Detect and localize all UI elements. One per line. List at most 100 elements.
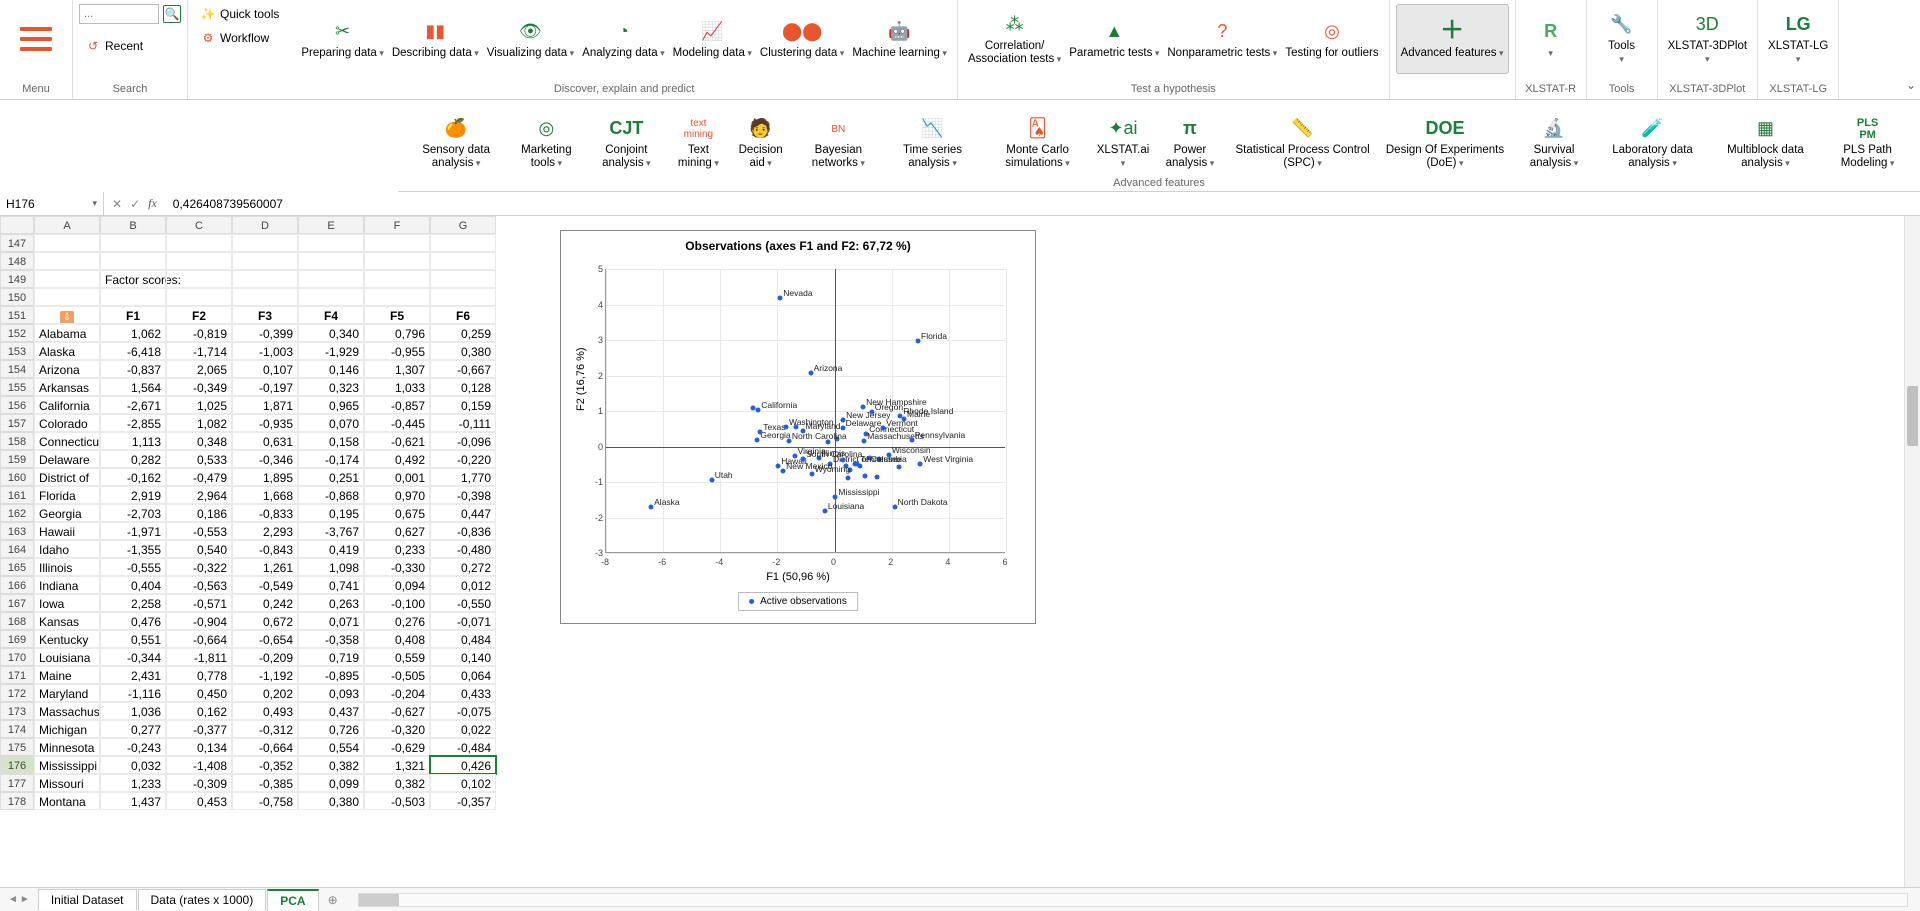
machine-learning-button[interactable]: 🤖Machine learning [848,4,951,74]
quick-group: ✨ Quick tools ⚙ Workflow [188,0,291,99]
plus-icon: ＋ [1439,19,1465,45]
workflow-button[interactable]: ⚙ Workflow [194,28,275,48]
tab-data-rates[interactable]: Data (rates x 1000) [138,889,267,910]
search-group: 🔍 ↺ Recent Search [73,0,188,99]
legend-label: Active observations [760,596,847,607]
tab-nav: ◄ ► [0,894,38,905]
add-tab-icon[interactable]: ⊕ [320,891,346,909]
pls-button[interactable]: PLSPMPLS Path Modeling [1821,104,1914,182]
analyzing-data-button[interactable]: ◔Analyzing data [578,4,668,74]
pls-icon: PLSPM [1855,116,1881,142]
lg-button[interactable]: LGXLSTAT-LG [1764,4,1832,74]
xlstat-r-label: XLSTAT-R [1525,81,1576,97]
xlstat-r-group: R XLSTAT-R [1516,0,1587,99]
worksheet[interactable]: ABCDEFG147148149Factor scores:150151⇩F1F… [0,216,1920,887]
parametric-button[interactable]: ▲Parametric tests [1065,4,1163,74]
nonparametric-button[interactable]: ?Nonparametric tests [1163,4,1281,74]
vertical-scrollbar[interactable] [1904,216,1920,887]
sheet-tabs: ◄ ► Initial Dataset Data (rates x 1000) … [0,887,1920,911]
flask-icon: 🧪 [1640,116,1666,142]
microscope-icon: 🔬 [1541,116,1567,142]
visualizing-data-button[interactable]: 👁Visualizing data [483,4,578,74]
hypothesis-group: ⁂Correlation/ Association tests ▲Paramet… [958,0,1390,99]
chevron-down-icon: ▾ [92,198,97,209]
decision-button[interactable]: 🧑Decision aid [729,104,793,182]
eye-icon: 👁 [517,19,543,45]
x-axis-label: F1 (50,96 %) [561,571,1035,583]
cancel-icon[interactable]: ✕ [112,197,122,211]
nonparam-icon: ? [1209,19,1235,45]
tab-prev-icon[interactable]: ◄ [8,894,18,905]
ai-icon: ✦ai [1110,116,1136,142]
bayesian-button[interactable]: BNBayesian networks [793,104,884,182]
orange-icon: 🍊 [443,116,469,142]
survival-button[interactable]: 🔬Survival analysis [1513,104,1596,182]
menu-button[interactable] [6,4,66,74]
chart-pca-scatter[interactable]: Observations (axes F1 and F2: 67,72 %) F… [560,230,1036,624]
describing-data-button[interactable]: ▮▮Describing data [388,4,483,74]
doe-button[interactable]: DOEDesign Of Experiments (DoE) [1377,104,1513,182]
correlation-button[interactable]: ⁂Correlation/ Association tests [964,4,1065,74]
ribbon-collapse-icon[interactable]: ⌄ [1906,78,1916,92]
menu-group: Menu [0,0,73,99]
fx-icon[interactable]: fx [148,196,157,211]
cluster-icon: ⬤⬤ [789,19,815,45]
cell-reference: H176 [6,197,35,211]
ts-icon: 📉 [920,116,946,142]
menu-label: Menu [22,81,50,97]
tools-label: Tools [1609,81,1635,97]
fx-buttons: ✕ ✓ fx [104,196,165,211]
xlstat-ai-button[interactable]: ✦aiXLSTAT.ai [1094,104,1152,182]
pi-icon: π [1177,116,1203,142]
legend-marker-icon [749,599,754,604]
workflow-icon: ⚙ [200,30,216,46]
tab-pca[interactable]: PCA [267,889,318,911]
plot3d-button[interactable]: 3DXLSTAT-3DPlot [1664,4,1751,74]
preparing-data-button[interactable]: ✂Preparing data [297,4,387,74]
spc-button[interactable]: 📏Statistical Process Control (SPC) [1228,104,1377,182]
recent-button[interactable]: ↺ Recent [79,36,149,56]
cjt-icon: CJT [613,116,639,142]
name-box[interactable]: H176 ▾ [0,192,104,215]
wrench-icon: 🔧 [1609,12,1635,38]
hypothesis-group-label: Test a hypothesis [1131,81,1216,97]
power-button[interactable]: πPower analysis [1152,104,1228,182]
outliers-button[interactable]: ◎Testing for outliers [1281,4,1382,74]
ribbon2-label: Advanced features [1113,177,1205,189]
multiblock-button[interactable]: ▦Multiblock data analysis [1710,104,1821,182]
r-icon: R [1538,19,1564,45]
marketing-button[interactable]: ◎Marketing tools [508,104,584,182]
time-series-button[interactable]: 📉Time series analysis [884,104,981,182]
analyze-icon: ◔ [610,19,636,45]
tab-initial-dataset[interactable]: Initial Dataset [38,889,137,910]
ribbon-advanced-row: 🍊Sensory data analysis ◎Marketing tools … [398,100,1920,192]
lg-group: LGXLSTAT-LG XLSTAT-LG [1758,0,1839,99]
clustering-data-button[interactable]: ⬤⬤Clustering data [756,4,848,74]
quick-tools-button[interactable]: ✨ Quick tools [194,4,285,24]
horizontal-scrollbar[interactable] [358,893,1908,907]
search-icon[interactable]: 🔍 [163,5,181,23]
accept-icon[interactable]: ✓ [130,197,140,211]
tools-group: 🔧Tools Tools [1587,0,1658,99]
lab-button[interactable]: 🧪Laboratory data analysis [1595,104,1709,182]
sensory-button[interactable]: 🍊Sensory data analysis [404,104,508,182]
chart-legend: Active observations [738,592,858,611]
chart-title: Observations (axes F1 and F2: 67,72 %) [561,231,1035,257]
doe-icon: DOE [1432,116,1458,142]
modeling-data-button[interactable]: 📈Modeling data [669,4,756,74]
advanced-features-button[interactable]: ＋Advanced features [1396,4,1509,74]
text-mining-button[interactable]: textminingText mining [668,104,728,182]
tools-button[interactable]: 🔧Tools [1593,4,1651,74]
tab-next-icon[interactable]: ► [20,894,30,905]
xlstat-r-button[interactable]: R [1522,4,1580,74]
conjoint-button[interactable]: CJTConjoint analysis [585,104,669,182]
search-input[interactable] [79,4,159,24]
decision-icon: 🧑 [748,116,774,142]
target-icon: ◎ [533,116,559,142]
plot3d-group: 3DXLSTAT-3DPlot XLSTAT-3DPlot [1658,0,1758,99]
outlier-icon: ◎ [1319,19,1345,45]
monte-carlo-button[interactable]: 🂡Monte Carlo simulations [981,104,1094,182]
recent-icon: ↺ [85,38,101,54]
formula-value[interactable]: 0,426408739560007 [165,197,291,211]
formula-bar: H176 ▾ ✕ ✓ fx 0,426408739560007 [0,192,1920,216]
